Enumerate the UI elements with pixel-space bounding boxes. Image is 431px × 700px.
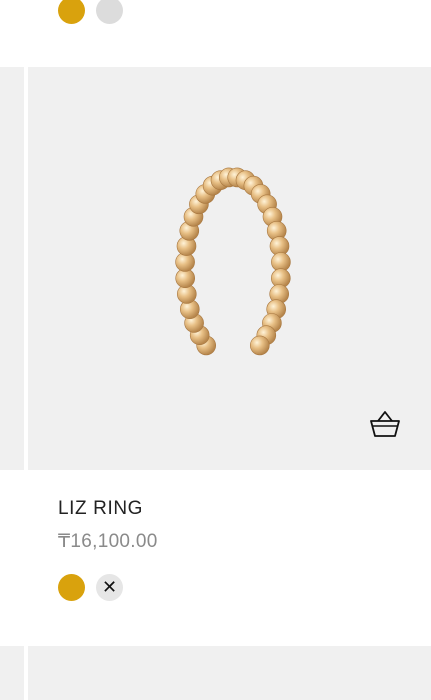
swatch-silver-top[interactable]: [96, 0, 123, 24]
product-card: [0, 67, 431, 470]
product-image-area[interactable]: [28, 67, 431, 470]
product-title[interactable]: LIZ RING: [58, 498, 143, 520]
basket-icon[interactable]: [368, 409, 402, 439]
close-icon: ✕: [101, 577, 118, 597]
adjacent-card-edge: [0, 67, 24, 470]
product-price: ₸16,100.00: [58, 531, 158, 552]
ring-image: [175, 167, 291, 356]
swatch-gold-top[interactable]: [58, 0, 85, 24]
adjacent-card-edge-bottom: [0, 646, 24, 700]
swatch-unavailable[interactable]: ✕: [96, 574, 123, 601]
previous-card-swatches: [0, 0, 431, 67]
ring-bead: [250, 335, 270, 356]
swatch-gold[interactable]: [58, 574, 85, 601]
next-product-image-area[interactable]: [28, 646, 431, 700]
